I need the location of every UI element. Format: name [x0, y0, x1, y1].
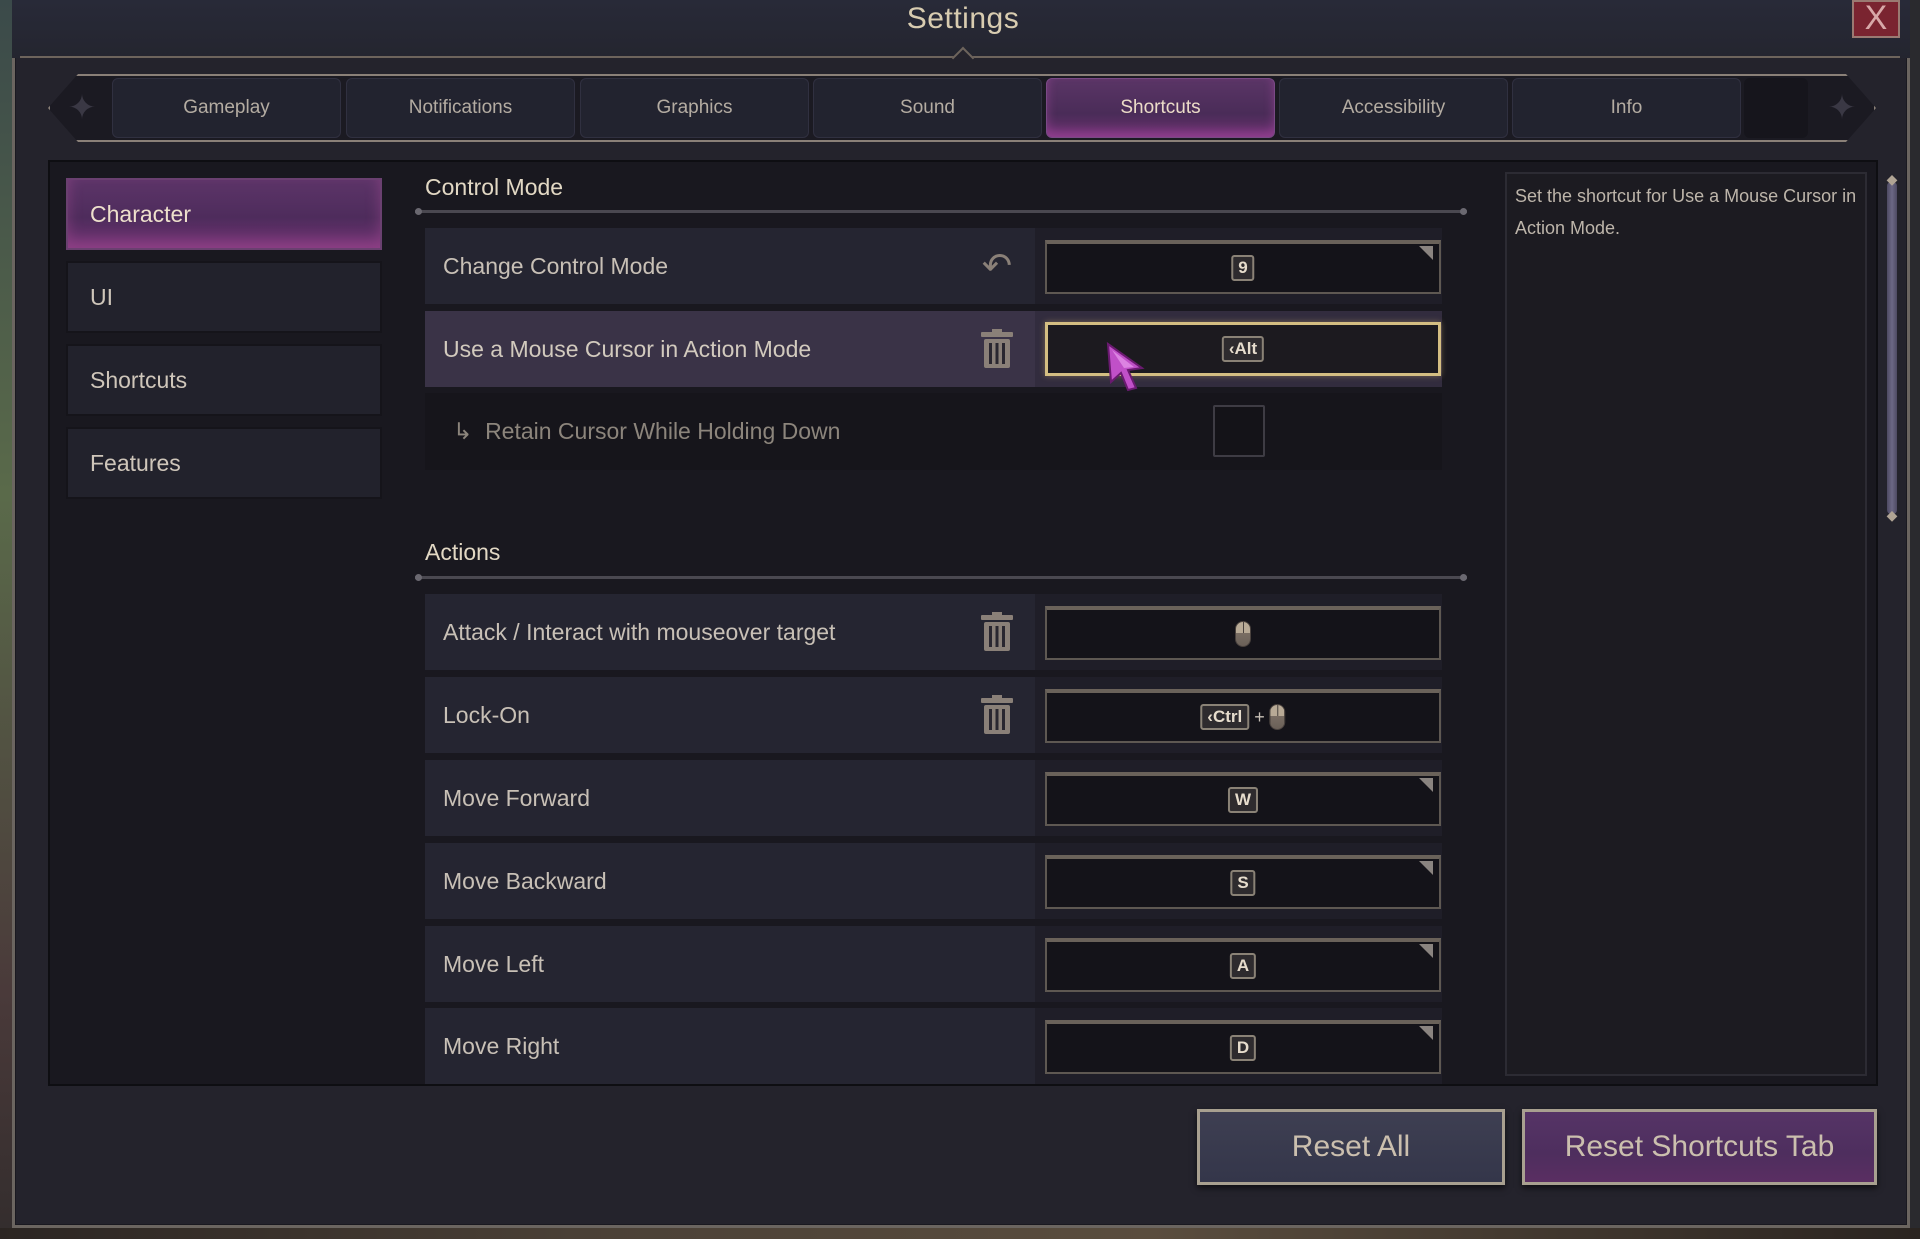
dropdown-corner-icon[interactable]: [1419, 246, 1433, 260]
sub-arrow-icon: ↳: [453, 418, 473, 444]
mouse-pointer-icon: [1106, 342, 1145, 392]
shortcut-label: Move Backward: [443, 868, 607, 894]
tab-graphics[interactable]: Graphics: [580, 78, 809, 138]
dropdown-corner-icon[interactable]: [1419, 944, 1433, 958]
key-combo: ‹Ctrl +: [1200, 704, 1286, 730]
key-cap: ‹Ctrl: [1200, 704, 1250, 730]
keybind-field-move-right[interactable]: D: [1045, 1020, 1441, 1074]
keybind-field-mouse-cursor-action-mode[interactable]: ‹Alt: [1045, 322, 1441, 376]
window-title: Settings: [906, 2, 1020, 35]
sub-option-text: Retain Cursor While Holding Down: [485, 418, 841, 444]
tab-info[interactable]: Info: [1512, 78, 1741, 138]
key-cap: D: [1229, 1035, 1257, 1061]
dropdown-corner-icon[interactable]: [1419, 1026, 1433, 1040]
sub-option-label: ↳ Retain Cursor While Holding Down: [453, 393, 840, 470]
sidebar-item-character[interactable]: Character: [66, 178, 382, 250]
tab-accessibility[interactable]: Accessibility: [1279, 78, 1508, 138]
key-cap-label: Alt: [1234, 339, 1258, 358]
tab-notifications[interactable]: Notifications: [346, 78, 575, 138]
dropdown-corner-icon[interactable]: [1419, 861, 1433, 875]
tab-empty-slot: [1744, 78, 1808, 138]
keybind-field-attack[interactable]: [1045, 606, 1441, 660]
shortcut-label: Move Forward: [443, 785, 590, 811]
key-cap: S: [1230, 870, 1256, 896]
scroll-top-cap-icon: ◆: [1886, 171, 1898, 187]
sidebar-item-features[interactable]: Features: [66, 427, 382, 499]
reset-all-button[interactable]: Reset All: [1197, 1109, 1505, 1185]
sidebar-item-shortcuts[interactable]: Shortcuts: [66, 344, 382, 416]
reset-shortcuts-tab-button[interactable]: Reset Shortcuts Tab: [1522, 1109, 1877, 1185]
shortcut-label: Change Control Mode: [443, 253, 669, 279]
key-cap: W: [1227, 787, 1259, 813]
combo-plus: +: [1254, 706, 1265, 727]
shortcut-label: Attack / Interact with mouseover target: [443, 619, 836, 645]
section-divider: [415, 574, 1467, 581]
section-divider: [415, 208, 1467, 215]
left-mouse-button-icon: [1235, 621, 1251, 647]
keybind-field-move-forward[interactable]: W: [1045, 772, 1441, 826]
trash-icon[interactable]: [975, 311, 1019, 387]
retain-cursor-checkbox[interactable]: [1213, 405, 1265, 457]
game-world-background-bottom: [0, 1228, 1920, 1239]
description-panel: Set the shortcut for Use a Mouse Cursor …: [1505, 172, 1867, 1076]
trash-icon[interactable]: [975, 677, 1019, 753]
key-cap: 9: [1231, 255, 1255, 281]
keybind-field-move-left[interactable]: A: [1045, 938, 1441, 992]
key-cap: A: [1229, 953, 1257, 979]
shortcut-label: Move Left: [443, 951, 544, 977]
tab-next-arrow-icon[interactable]: ✦: [1810, 74, 1874, 142]
scrollbar-thumb[interactable]: [1887, 182, 1897, 514]
key-cap: ‹Alt: [1221, 336, 1265, 362]
close-button[interactable]: X: [1852, 0, 1900, 38]
dropdown-corner-icon[interactable]: [1419, 778, 1433, 792]
tab-shortcuts[interactable]: Shortcuts: [1046, 78, 1275, 138]
description-text: Set the shortcut for Use a Mouse Cursor …: [1515, 186, 1857, 238]
key-cap-label: Ctrl: [1212, 707, 1243, 726]
shortcut-label: Move Right: [443, 1033, 560, 1059]
keybind-field-change-control-mode[interactable]: 9: [1045, 240, 1441, 294]
shortcut-label: Lock-On: [443, 702, 530, 728]
section-title-control-mode: Control Mode: [425, 174, 564, 200]
tab-gameplay[interactable]: Gameplay: [112, 78, 341, 138]
tab-sound[interactable]: Sound: [813, 78, 1042, 138]
undo-icon[interactable]: ↶: [975, 228, 1019, 304]
left-mouse-button-icon: [1269, 704, 1286, 730]
sidebar-item-ui[interactable]: UI: [66, 261, 382, 333]
keybind-field-lock-on[interactable]: ‹Ctrl +: [1045, 689, 1441, 743]
section-title-actions: Actions: [425, 539, 501, 565]
scroll-bottom-cap-icon: ◆: [1886, 507, 1898, 523]
trash-icon[interactable]: [975, 594, 1019, 670]
keybind-field-move-backward[interactable]: S: [1045, 855, 1441, 909]
shortcut-label: Use a Mouse Cursor in Action Mode: [443, 336, 812, 362]
tab-prev-arrow-icon[interactable]: ✦: [50, 74, 114, 142]
